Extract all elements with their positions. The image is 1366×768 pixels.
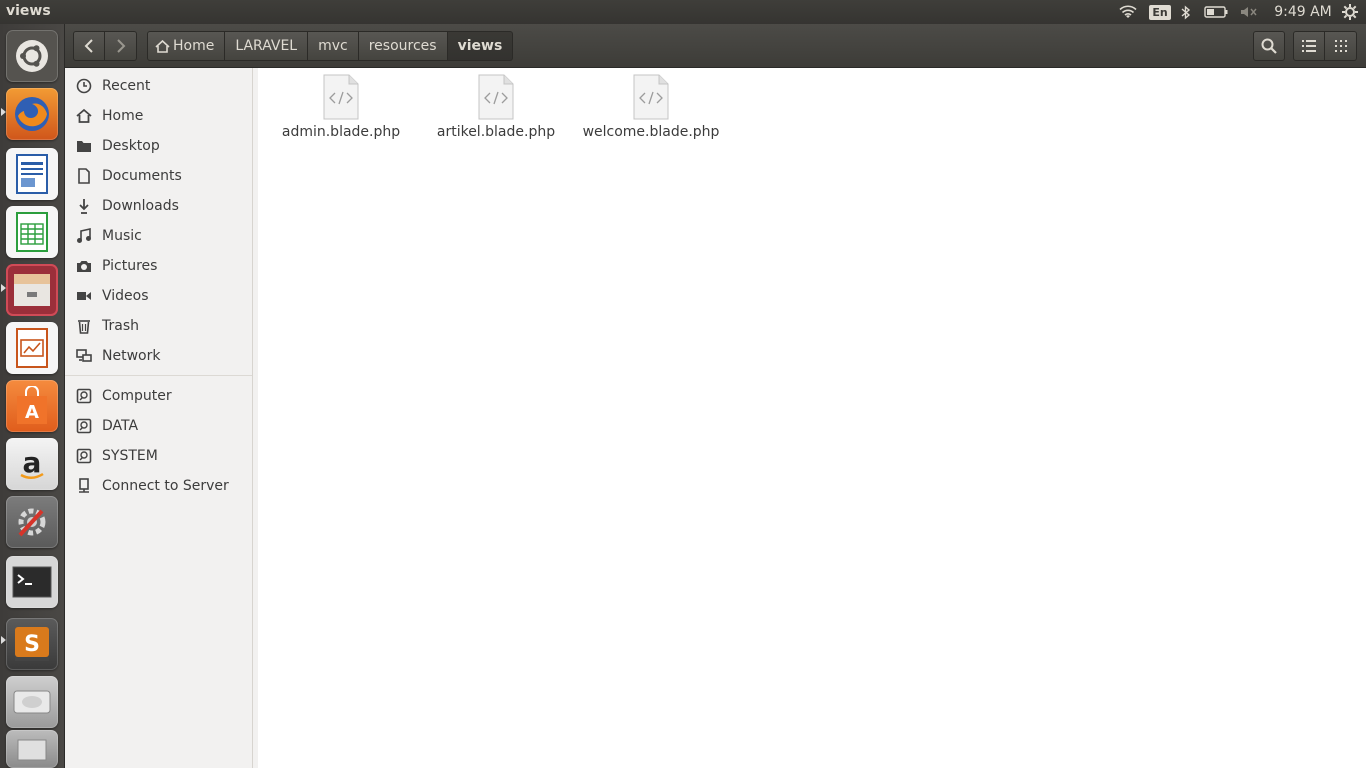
calc-icon <box>16 212 48 252</box>
document-icon <box>75 167 93 185</box>
drive-icon <box>75 387 93 405</box>
launcher-ubuntu-dash[interactable] <box>6 30 58 82</box>
sidebar-item-system[interactable]: SYSTEM <box>65 441 252 471</box>
trash-icon <box>75 317 93 335</box>
writer-icon <box>16 154 48 194</box>
launcher: A a S <box>0 24 65 768</box>
session-gear-icon[interactable] <box>1340 0 1360 24</box>
launcher-firefox[interactable] <box>6 88 58 140</box>
battery-icon[interactable] <box>1202 0 1230 24</box>
file-name: admin.blade.php <box>281 124 401 140</box>
sidebar-item-documents[interactable]: Documents <box>65 161 252 191</box>
list-view-button[interactable] <box>1293 31 1325 61</box>
back-button[interactable] <box>73 31 105 61</box>
amazon-icon: a <box>20 446 44 479</box>
sidebar-item-network[interactable]: Network <box>65 341 252 371</box>
sidebar: Recent Home Desktop Documents Downloads … <box>65 68 253 768</box>
sidebar-item-music[interactable]: Music <box>65 221 252 251</box>
trash-icon <box>17 739 47 761</box>
clock[interactable]: 9:49 AM <box>1270 0 1336 24</box>
settings-wrench-icon <box>18 508 46 537</box>
launcher-terminal[interactable] <box>6 556 58 608</box>
file-view: admin.blade.php artikel.blade.php welcom… <box>258 68 1366 768</box>
top-panel: views En 9:49 AM <box>0 0 1366 24</box>
bluetooth-icon[interactable] <box>1178 0 1194 24</box>
file-item-artikel[interactable]: artikel.blade.php <box>421 74 571 154</box>
chevron-right-icon <box>116 39 125 53</box>
breadcrumb-views[interactable]: views <box>447 31 514 61</box>
breadcrumb: Home LARAVEL mvc resources views <box>147 31 514 61</box>
sidebar-item-downloads[interactable]: Downloads <box>65 191 252 221</box>
drive-icon <box>75 447 93 465</box>
file-name: welcome.blade.php <box>582 124 720 140</box>
code-file-icon <box>478 74 514 120</box>
camera-icon <box>75 257 93 275</box>
svg-text:A: A <box>25 402 39 423</box>
launcher-files[interactable] <box>6 264 58 316</box>
sidebar-divider <box>65 375 252 376</box>
search-button[interactable] <box>1253 31 1285 61</box>
search-icon <box>1261 38 1277 54</box>
ubuntu-logo-icon <box>16 40 48 72</box>
svg-text:a: a <box>23 446 42 479</box>
files-icon <box>14 274 50 306</box>
list-view-icon <box>1302 40 1316 52</box>
breadcrumb-mvc[interactable]: mvc <box>308 31 359 61</box>
forward-button[interactable] <box>105 31 137 61</box>
launcher-ubuntu-software[interactable]: A <box>6 380 58 432</box>
sidebar-item-trash[interactable]: Trash <box>65 311 252 341</box>
firefox-icon <box>15 97 49 131</box>
clock-icon <box>75 77 93 95</box>
sidebar-item-data[interactable]: DATA <box>65 411 252 441</box>
sidebar-item-home[interactable]: Home <box>65 101 252 131</box>
terminal-icon <box>12 566 52 598</box>
sidebar-item-connect-to-server[interactable]: Connect to Server <box>65 471 252 501</box>
launcher-trash[interactable] <box>6 730 58 768</box>
sidebar-item-recent[interactable]: Recent <box>65 71 252 101</box>
music-icon <box>75 227 93 245</box>
file-item-admin[interactable]: admin.blade.php <box>266 74 416 154</box>
file-name: artikel.blade.php <box>436 124 556 140</box>
server-icon <box>75 477 93 495</box>
impress-icon <box>16 328 48 368</box>
breadcrumb-resources[interactable]: resources <box>358 31 448 61</box>
launcher-system-settings[interactable] <box>6 496 58 548</box>
launcher-libreoffice-calc[interactable] <box>6 206 58 258</box>
svg-text:S: S <box>24 632 40 657</box>
launcher-amazon[interactable]: a <box>6 438 58 490</box>
drive-icon <box>75 417 93 435</box>
volume-muted-icon[interactable] <box>1239 0 1259 24</box>
home-icon <box>75 107 93 125</box>
sidebar-item-computer[interactable]: Computer <box>65 381 252 411</box>
window-title: views <box>6 3 51 19</box>
keyboard-language-indicator[interactable]: En <box>1149 0 1171 24</box>
home-icon <box>155 39 170 53</box>
grid-view-icon <box>1334 40 1347 52</box>
sidebar-item-pictures[interactable]: Pictures <box>65 251 252 281</box>
sidebar-item-desktop[interactable]: Desktop <box>65 131 252 161</box>
launcher-sublime-text[interactable]: S <box>6 618 58 670</box>
folder-icon <box>75 137 93 155</box>
disk-drive-icon <box>13 690 51 714</box>
breadcrumb-laravel[interactable]: LARAVEL <box>225 31 309 61</box>
code-file-icon <box>633 74 669 120</box>
video-icon <box>75 287 93 305</box>
launcher-disk[interactable] <box>6 676 58 728</box>
grid-view-button[interactable] <box>1325 31 1357 61</box>
breadcrumb-home[interactable]: Home <box>147 31 226 61</box>
header-bar: Home LARAVEL mvc resources views <box>65 24 1366 68</box>
download-icon <box>75 197 93 215</box>
sublime-icon: S <box>15 627 49 661</box>
file-item-welcome[interactable]: welcome.blade.php <box>576 74 726 154</box>
wifi-icon[interactable] <box>1118 0 1138 24</box>
code-file-icon <box>323 74 359 120</box>
software-bag-icon: A <box>17 386 47 424</box>
sidebar-item-videos[interactable]: Videos <box>65 281 252 311</box>
launcher-libreoffice-impress[interactable] <box>6 322 58 374</box>
network-icon <box>75 347 93 365</box>
launcher-libreoffice-writer[interactable] <box>6 148 58 200</box>
chevron-left-icon <box>84 39 93 53</box>
